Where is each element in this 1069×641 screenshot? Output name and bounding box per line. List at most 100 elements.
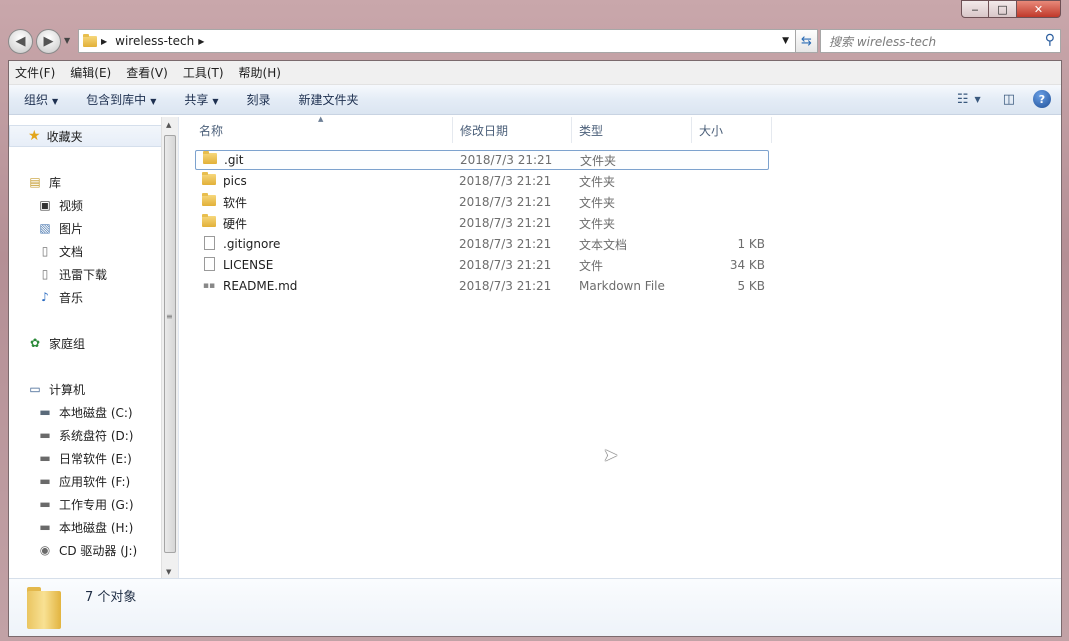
view-dropdown-icon[interactable]: ▼ [975,95,981,104]
file-row-pics[interactable]: pics 2018/7/3 21:21 文件夹 [195,171,769,191]
nav-item-thunder-downloads[interactable]: ▯ 迅雷下载 [37,264,107,284]
file-date: 2018/7/3 21:21 [459,216,552,230]
homegroup-icon: ✿ [29,336,41,350]
file-row-license[interactable]: LICENSE 2018/7/3 21:21 文件 34 KB [195,255,769,275]
file-name: .gitignore [223,237,281,251]
column-name-label: 名称 [199,123,224,138]
file-type: 文件 [579,258,604,273]
computer-icon: ▭ [29,382,41,396]
nav-item-label: 音乐 [59,290,84,305]
nav-favorites[interactable]: ★ 收藏夹 [9,125,162,147]
forward-button[interactable]: ▶ [36,29,61,54]
folder-icon [201,193,217,209]
nav-drive-d[interactable]: ▬ 系统盘符 (D:) [37,425,133,445]
file-type: 文件夹 [579,195,616,210]
large-folder-icon [27,585,61,629]
nav-item-label: 文档 [59,244,84,259]
minimize-button[interactable]: ‒ [961,0,989,18]
command-bar: 组织 ▼ 包含到库中 ▼ 共享 ▼ 刻录 新建文件夹 ☷ ▼ ◫ ? [9,85,1061,115]
file-date: 2018/7/3 21:21 [459,237,552,251]
nav-drive-c[interactable]: ▬ 本地磁盘 (C:) [37,402,132,422]
chevron-down-icon: ▼ [212,97,219,106]
scroll-down-icon[interactable]: ▼ [166,568,171,576]
hard-drive-icon: ▬ [39,428,51,442]
markdown-file-icon: ▪▪ [202,281,216,291]
menu-file[interactable]: 文件(F) [15,64,55,81]
nav-item-pictures[interactable]: ▧ 图片 [37,218,83,238]
folder-icon [202,151,218,167]
breadcrumb-current[interactable]: wireless-tech [115,34,194,48]
scroll-thumb[interactable] [164,135,176,553]
preview-pane-icon[interactable]: ◫ [1003,92,1015,107]
folder-icon [201,214,217,230]
nav-favorites-label: 收藏夹 [46,129,83,144]
caption-buttons: ‒ □ ✕ [961,0,1061,18]
breadcrumb-separator-icon[interactable]: ▶ [198,37,204,46]
scroll-grip-icon: ≡ [166,312,173,321]
file-name: .git [224,153,244,167]
organize-button[interactable]: 组织 ▼ [24,91,58,108]
file-name: README.md [223,279,298,293]
close-button[interactable]: ✕ [1017,0,1061,18]
file-row-readme[interactable]: ▪▪ README.md 2018/7/3 21:21 Markdown Fil… [195,276,769,296]
refresh-button[interactable]: ⇆ [796,29,818,53]
file-type: 文本文档 [579,237,628,252]
new-folder-button[interactable]: 新建文件夹 [299,91,359,108]
file-name: 软件 [223,195,248,210]
mouse-cursor-icon: ➤ [603,445,619,466]
address-bar[interactable]: ▶ wireless-tech ▶ ▼ [78,29,796,53]
search-input[interactable]: 搜索 wireless-tech ⚲ [820,29,1061,53]
nav-libraries[interactable]: ▤ 库 [27,172,61,192]
include-library-button[interactable]: 包含到库中 ▼ [86,91,156,108]
nav-drive-h[interactable]: ▬ 本地磁盘 (H:) [37,517,133,537]
nav-item-music[interactable]: ♪ 音乐 [37,287,83,307]
menu-edit[interactable]: 编辑(E) [70,64,111,81]
star-icon: ★ [28,128,41,144]
nav-drive-g[interactable]: ▬ 工作专用 (G:) [37,494,133,514]
nav-homegroup-label: 家庭组 [49,336,86,351]
nav-drive-j[interactable]: ◉ CD 驱动器 (J:) [37,540,137,560]
share-label: 共享 [184,93,209,107]
menu-help[interactable]: 帮助(H) [239,64,281,81]
file-row-gitignore[interactable]: .gitignore 2018/7/3 21:21 文本文档 1 KB [195,234,769,254]
maximize-button[interactable]: □ [989,0,1017,18]
hard-drive-icon: ▬ [39,451,51,465]
file-row-hardware[interactable]: 硬件 2018/7/3 21:21 文件夹 [195,213,769,233]
scroll-up-icon[interactable]: ▲ [166,121,171,129]
nav-drive-label: 应用软件 (F:) [59,474,131,489]
file-row-software[interactable]: 软件 2018/7/3 21:21 文件夹 [195,192,769,212]
back-button[interactable]: ◀ [8,29,33,54]
folder-icon [83,33,97,47]
help-icon[interactable]: ? [1033,90,1051,108]
nav-pane-scrollbar[interactable]: ▲ ≡ ▼ [161,117,178,578]
file-row-git[interactable]: .git 2018/7/3 21:21 文件夹 [195,150,769,170]
address-dropdown-icon[interactable]: ▼ [782,36,789,46]
column-header-date[interactable]: 修改日期 [454,117,572,143]
nav-item-videos[interactable]: ▣ 视频 [37,195,83,215]
nav-drive-label: 本地磁盘 (H:) [59,520,134,535]
nav-homegroup[interactable]: ✿ 家庭组 [27,333,85,353]
menu-view[interactable]: 查看(V) [126,64,168,81]
search-icon[interactable]: ⚲ [1045,32,1055,48]
recent-pages-dropdown-icon[interactable]: ▼ [64,36,70,45]
document-icon: ▯ [41,267,49,281]
column-header-type[interactable]: 类型 [573,117,692,143]
view-options-icon[interactable]: ☷ [957,92,969,107]
breadcrumb-separator-icon[interactable]: ▶ [101,37,107,46]
nav-drive-label: CD 驱动器 (J:) [59,543,138,558]
nav-computer[interactable]: ▭ 计算机 [27,379,85,399]
details-pane: 7 个对象 [9,578,1061,636]
library-icon: ▤ [29,175,41,189]
hard-drive-icon: ▬ [39,474,51,488]
include-library-label: 包含到库中 [86,93,147,107]
file-type: Markdown File [579,279,665,293]
nav-drive-f[interactable]: ▬ 应用软件 (F:) [37,471,130,491]
column-header-size[interactable]: 大小 [693,117,772,143]
share-button[interactable]: 共享 ▼ [184,91,218,108]
nav-item-documents[interactable]: ▯ 文档 [37,241,83,261]
explorer-client-area: 文件(F) 编辑(E) 查看(V) 工具(T) 帮助(H) 组织 ▼ 包含到库中 ▼… [8,60,1062,637]
column-header-name[interactable]: 名称 [193,117,453,143]
menu-tools[interactable]: 工具(T) [183,64,224,81]
burn-button[interactable]: 刻录 [247,91,271,108]
nav-drive-e[interactable]: ▬ 日常软件 (E:) [37,448,131,468]
